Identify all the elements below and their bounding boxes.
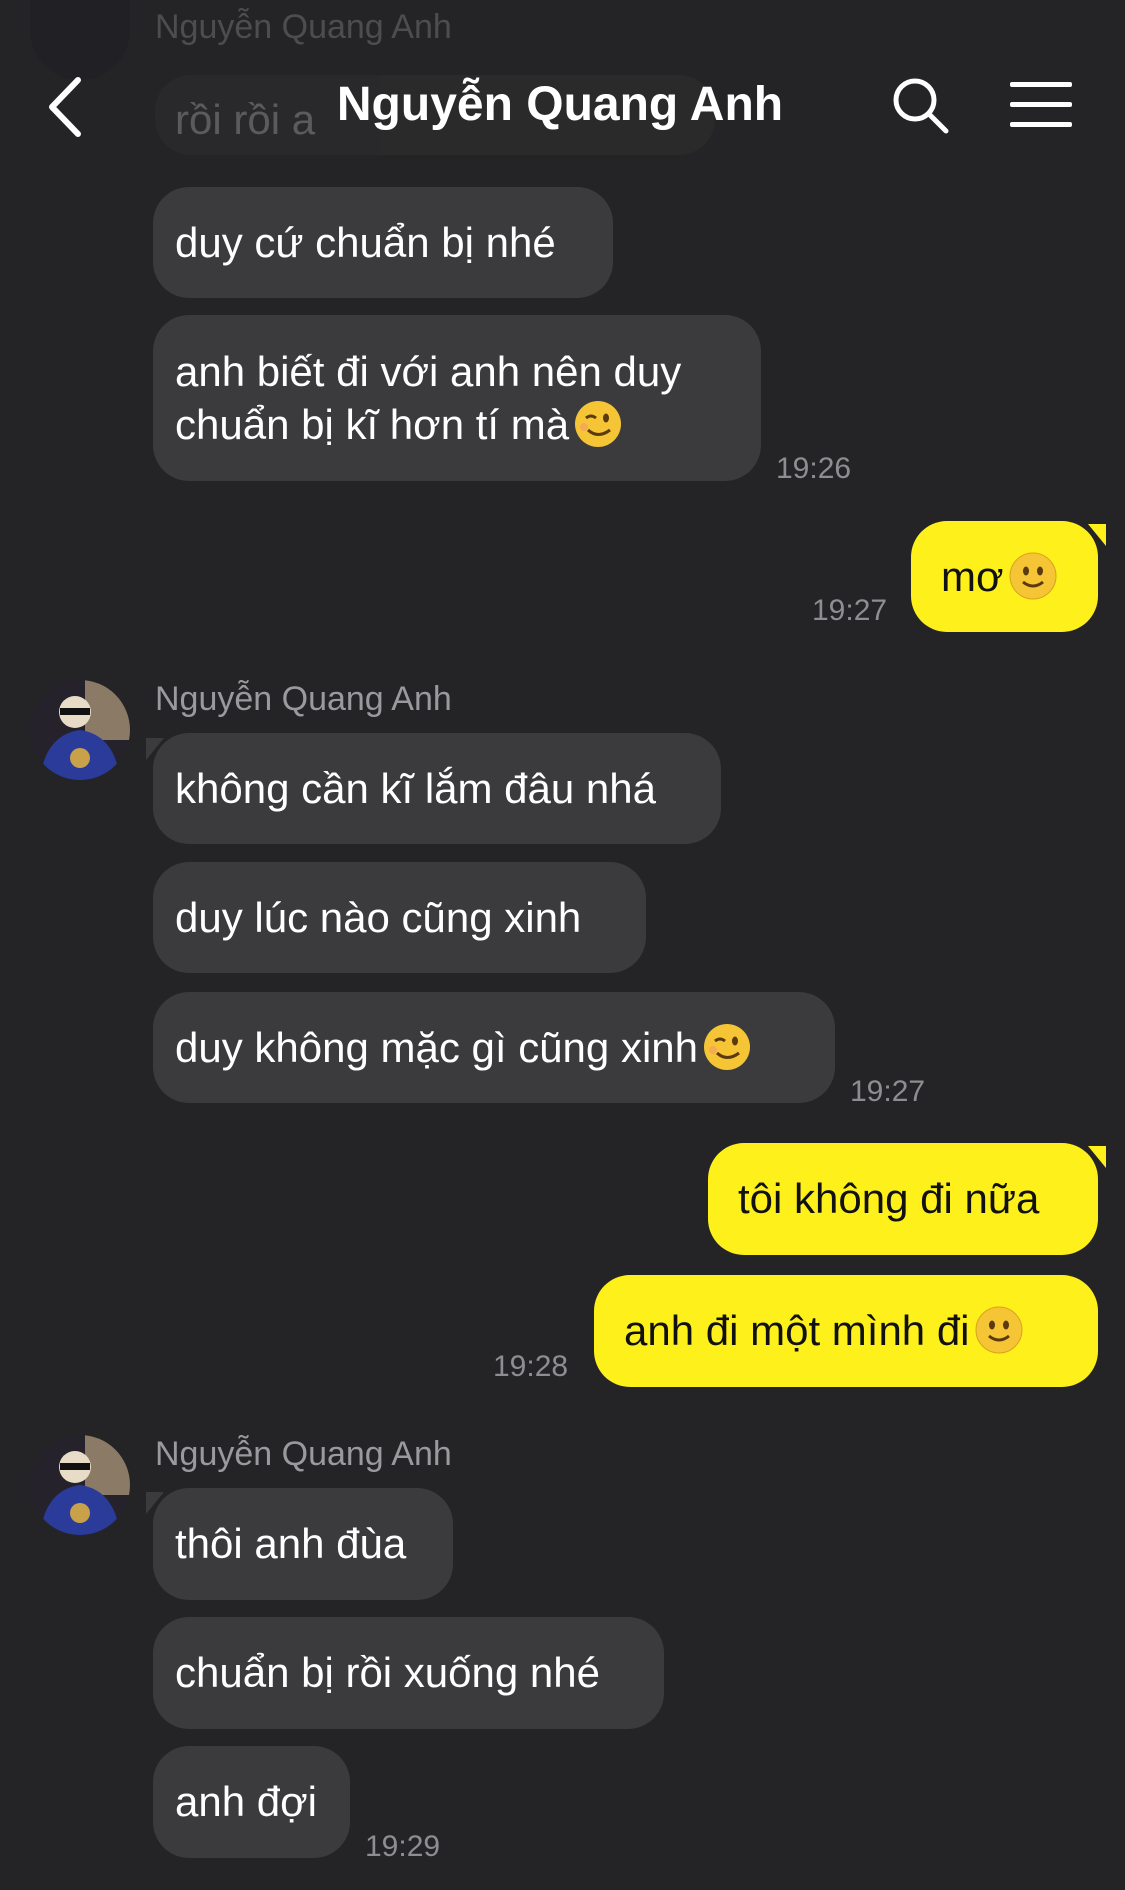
message-bubble[interactable]: chuẩn bị rồi xuống nhé — [153, 1617, 664, 1729]
message-bubble[interactable]: duy không mặc gì cũng xinh — [153, 992, 835, 1103]
message-time: 19:27 — [812, 594, 888, 627]
message-time: 19:29 — [365, 1830, 441, 1863]
message-text: thôi anh đùa — [175, 1520, 407, 1567]
message-bubble[interactable]: tôi không đi nữa — [708, 1143, 1098, 1255]
search-icon — [893, 78, 949, 134]
message-text: tôi không đi nữa — [738, 1175, 1040, 1222]
menu-button[interactable] — [1010, 80, 1072, 130]
message-text: anh biết đi với anh nên duy — [175, 348, 682, 395]
bubble-tail — [1088, 1146, 1106, 1168]
message-text: duy không mặc gì cũng xinh — [175, 1024, 698, 1071]
bubble-tail — [1088, 524, 1106, 546]
slightly-smiling-face-icon — [974, 1305, 1024, 1355]
message-time: 19:27 — [850, 1075, 926, 1108]
slightly-smiling-face-icon — [1008, 551, 1058, 601]
message-bubble[interactable]: anh đợi — [153, 1746, 350, 1858]
message-text: anh đợi — [175, 1778, 317, 1825]
sender-name: Nguyễn Quang Anh — [155, 1435, 452, 1473]
message-text: duy lúc nào cũng xinh — [175, 894, 582, 941]
search-button[interactable] — [890, 75, 950, 135]
header: Nguyễn Quang Anh — [0, 55, 1125, 160]
winking-face-icon — [702, 1022, 752, 1072]
message-bubble[interactable]: anh đi một mình đi — [594, 1275, 1098, 1387]
profile-photo-icon — [30, 680, 130, 780]
message-time: 19:28 — [493, 1350, 569, 1383]
message-bubble[interactable]: thôi anh đùa — [153, 1488, 453, 1600]
message-bubble[interactable]: duy cứ chuẩn bị nhé — [153, 187, 613, 298]
hamburger-menu-icon — [1010, 82, 1072, 127]
profile-photo-icon — [30, 1435, 130, 1535]
message-text: chuẩn bị kĩ hơn tí mà — [175, 401, 570, 448]
message-text: anh đi một mình đi — [624, 1307, 970, 1354]
sender-name: Nguyễn Quang Anh — [155, 680, 452, 718]
avatar[interactable] — [30, 680, 130, 780]
message-text: chuẩn bị rồi xuống nhé — [175, 1649, 600, 1696]
message-bubble[interactable]: anh biết đi với anh nên duy chuẩn bị kĩ … — [153, 315, 761, 481]
message-text: không cần kĩ lắm đâu nhá — [175, 765, 656, 812]
message-text: mơ — [941, 553, 1004, 600]
page-title: Nguyễn Quang Anh — [336, 78, 784, 131]
winking-face-icon — [573, 399, 623, 449]
message-time: 19:26 — [776, 452, 852, 485]
sender-name: Nguyễn Quang Anh — [155, 8, 452, 46]
message-bubble[interactable]: mơ — [911, 521, 1098, 632]
back-button[interactable] — [40, 75, 95, 140]
message-text: duy cứ chuẩn bị nhé — [175, 219, 556, 266]
avatar[interactable] — [30, 1435, 130, 1535]
message-bubble[interactable]: duy lúc nào cũng xinh — [153, 862, 646, 973]
chevron-left-icon — [49, 77, 81, 137]
message-bubble[interactable]: không cần kĩ lắm đâu nhá — [153, 733, 721, 844]
